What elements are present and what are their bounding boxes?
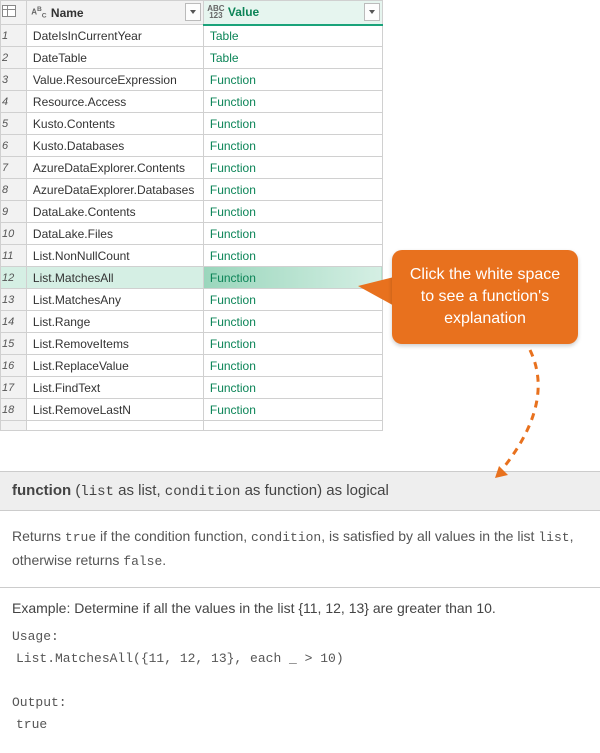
table-row[interactable]: 16List.ReplaceValueFunction	[1, 355, 383, 377]
table-row[interactable]: 10DataLake.FilesFunction	[1, 223, 383, 245]
cell-value[interactable]: Function	[203, 91, 382, 113]
row-number[interactable]: 15	[1, 333, 27, 355]
table-row[interactable]: 7AzureDataExplorer.ContentsFunction	[1, 157, 383, 179]
row-number[interactable]: 8	[1, 179, 27, 201]
row-number[interactable]: 18	[1, 399, 27, 421]
table-row[interactable]: 3Value.ResourceExpressionFunction	[1, 69, 383, 91]
details-panel: function (list as list, condition as fun…	[0, 471, 600, 753]
row-number[interactable]: 10	[1, 223, 27, 245]
cell-value[interactable]: Function	[203, 311, 382, 333]
select-all-corner[interactable]	[1, 1, 27, 25]
cell-value[interactable]: Function	[203, 157, 382, 179]
cell-value[interactable]: Function	[203, 69, 382, 91]
row-number[interactable]: 11	[1, 245, 27, 267]
cell-value[interactable]: Function	[203, 289, 382, 311]
cell-value[interactable]: Function	[203, 135, 382, 157]
row-number[interactable]: 14	[1, 311, 27, 333]
cell-name[interactable]: List.RemoveItems	[26, 333, 203, 355]
table-row[interactable]: 2DateTableTable	[1, 47, 383, 69]
cell-name[interactable]: DateTable	[26, 47, 203, 69]
any-type-icon: ABC 123	[208, 5, 224, 19]
cell-name[interactable]: List.FindText	[26, 377, 203, 399]
table-row[interactable]: 11List.NonNullCountFunction	[1, 245, 383, 267]
row-number[interactable]: 5	[1, 113, 27, 135]
table-row[interactable]: 15List.RemoveItemsFunction	[1, 333, 383, 355]
row-number[interactable]: 2	[1, 47, 27, 69]
row-number[interactable]: 7	[1, 157, 27, 179]
callout-text: Click the white space to see a function'…	[410, 266, 560, 327]
table-row[interactable]: 14List.RangeFunction	[1, 311, 383, 333]
table-row[interactable]: 13List.MatchesAnyFunction	[1, 289, 383, 311]
cell-name[interactable]: List.Range	[26, 311, 203, 333]
cell-value[interactable]: Function	[203, 377, 382, 399]
callout-arrow	[475, 346, 565, 486]
row-number[interactable]: 4	[1, 91, 27, 113]
cell-name[interactable]: List.RemoveLastN	[26, 399, 203, 421]
output-label: Output:	[12, 692, 588, 714]
row-number[interactable]: 17	[1, 377, 27, 399]
table-row[interactable]: 17List.FindTextFunction	[1, 377, 383, 399]
column-value-label: Value	[228, 5, 259, 19]
cell-name[interactable]: List.MatchesAny	[26, 289, 203, 311]
column-header-name[interactable]: ABC Name	[26, 1, 203, 25]
cell-name[interactable]: AzureDataExplorer.Databases	[26, 179, 203, 201]
cell-name[interactable]: List.NonNullCount	[26, 245, 203, 267]
row-number[interactable]: 13	[1, 289, 27, 311]
cell-value[interactable]: Function	[203, 267, 382, 289]
table-row[interactable]: 8AzureDataExplorer.DatabasesFunction	[1, 179, 383, 201]
function-signature: function (list as list, condition as fun…	[0, 471, 600, 511]
cell-value[interactable]: Function	[203, 333, 382, 355]
function-description: Returns true if the condition function, …	[0, 511, 600, 588]
table-row[interactable]: 1DateIsInCurrentYearTable	[1, 25, 383, 47]
table-icon	[2, 5, 16, 17]
row-number[interactable]: 9	[1, 201, 27, 223]
usage-label: Usage:	[12, 626, 588, 648]
cell-name[interactable]: DateIsInCurrentYear	[26, 25, 203, 47]
function-example: Example: Determine if all the values in …	[0, 588, 600, 753]
row-number[interactable]: 3	[1, 69, 27, 91]
column-filter-name[interactable]	[185, 3, 201, 21]
cell-value[interactable]: Function	[203, 201, 382, 223]
row-number[interactable]: 6	[1, 135, 27, 157]
table-row[interactable]: 4Resource.AccessFunction	[1, 91, 383, 113]
cell-value[interactable]: Function	[203, 179, 382, 201]
row-number[interactable]: 16	[1, 355, 27, 377]
cell-name[interactable]: Kusto.Contents	[26, 113, 203, 135]
table-row[interactable]: 6Kusto.DatabasesFunction	[1, 135, 383, 157]
row-number[interactable]: 12	[1, 267, 27, 289]
column-name-label: Name	[51, 6, 84, 20]
cell-value[interactable]: Function	[203, 223, 382, 245]
cell-name[interactable]: DataLake.Contents	[26, 201, 203, 223]
cell-value[interactable]: Table	[203, 25, 382, 47]
cell-name[interactable]: List.ReplaceValue	[26, 355, 203, 377]
cell-name[interactable]: Resource.Access	[26, 91, 203, 113]
cell-name[interactable]: Kusto.Databases	[26, 135, 203, 157]
column-header-value[interactable]: ABC 123 Value	[203, 1, 382, 25]
table-row[interactable]: 9DataLake.ContentsFunction	[1, 201, 383, 223]
example-title: Example: Determine if all the values in …	[12, 600, 588, 616]
output-code: true	[12, 714, 588, 736]
cell-name[interactable]: List.MatchesAll	[26, 267, 203, 289]
cell-value[interactable]: Function	[203, 245, 382, 267]
table-row[interactable]: 18List.RemoveLastNFunction	[1, 399, 383, 421]
cell-name[interactable]: AzureDataExplorer.Contents	[26, 157, 203, 179]
table-row[interactable]: 12List.MatchesAllFunction	[1, 267, 383, 289]
cell-name[interactable]: DataLake.Files	[26, 223, 203, 245]
text-type-icon: ABC	[31, 6, 47, 19]
table-row[interactable]: 5Kusto.ContentsFunction	[1, 113, 383, 135]
cell-value[interactable]: Table	[203, 47, 382, 69]
cell-value[interactable]: Function	[203, 113, 382, 135]
data-grid: ABC Name ABC 123 Value 1DateIsInCurrentY…	[0, 0, 383, 431]
table-row[interactable]	[1, 421, 383, 431]
callout-bubble: Click the white space to see a function'…	[392, 250, 578, 344]
cell-value[interactable]: Function	[203, 355, 382, 377]
column-filter-value[interactable]	[364, 3, 380, 21]
cell-name[interactable]: Value.ResourceExpression	[26, 69, 203, 91]
cell-value[interactable]: Function	[203, 399, 382, 421]
row-number[interactable]: 1	[1, 25, 27, 47]
